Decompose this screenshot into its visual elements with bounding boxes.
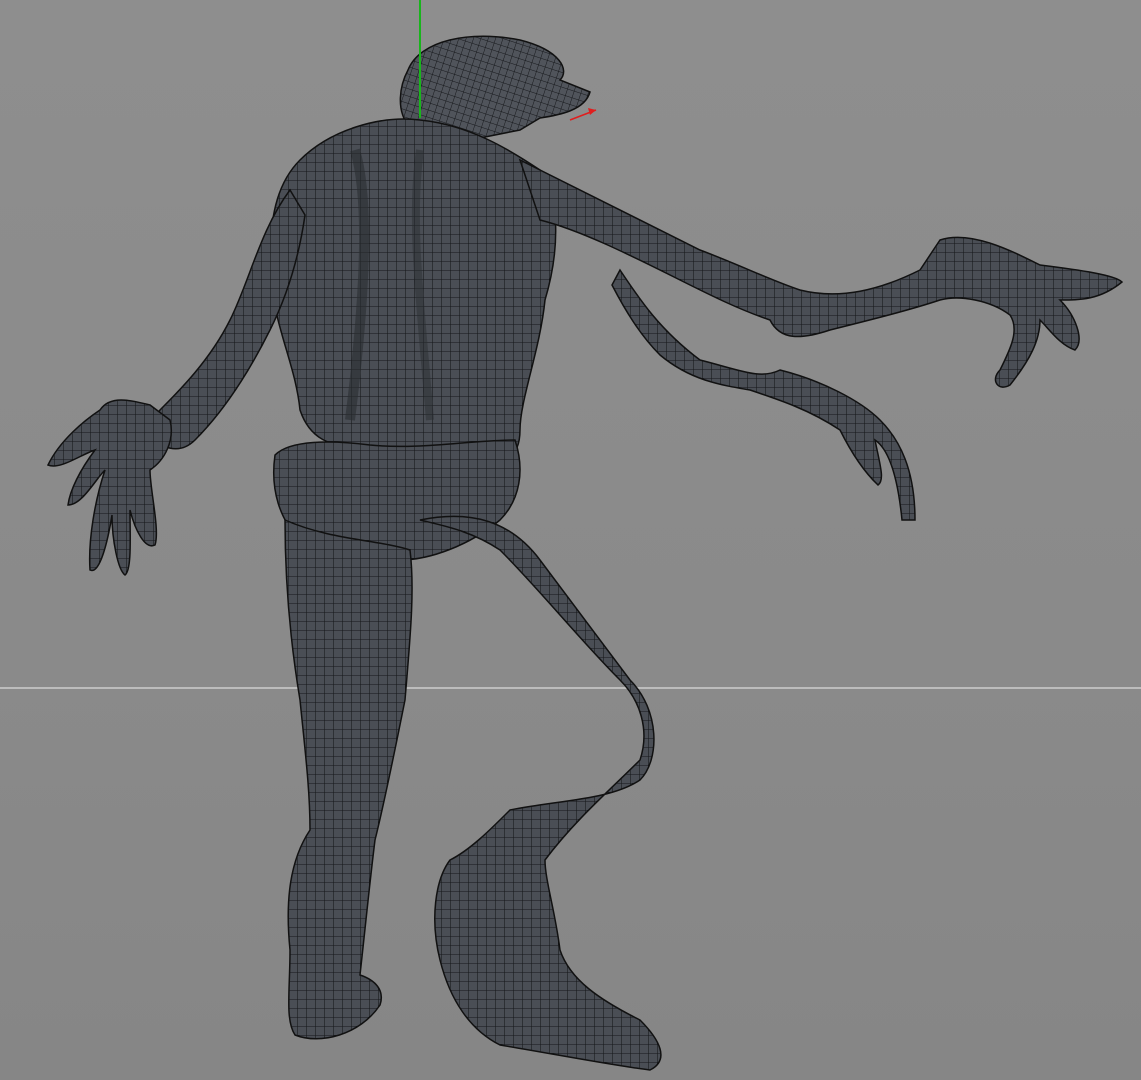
3d-viewport[interactable] xyxy=(0,0,1141,1080)
creature-mesh[interactable] xyxy=(0,0,1141,1080)
